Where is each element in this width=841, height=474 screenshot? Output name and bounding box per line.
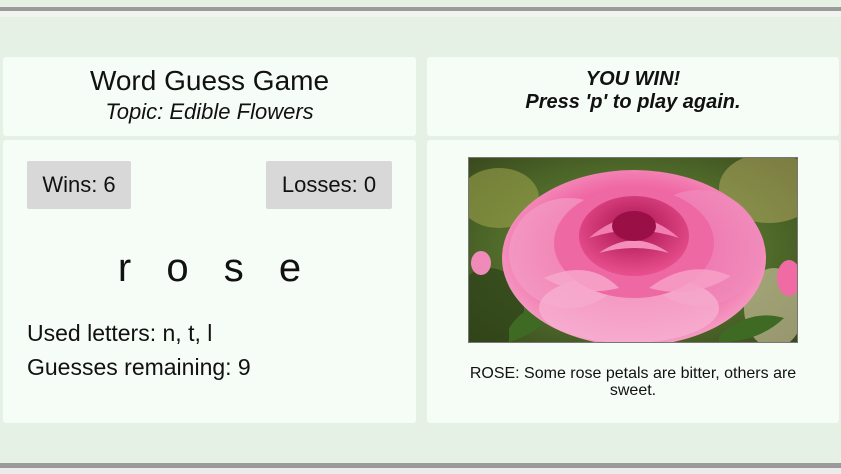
- wins-counter: Wins: 6: [27, 161, 131, 209]
- guesses-remaining: Guesses remaining: 9: [27, 354, 251, 380]
- used-letters: Used letters: n, t, l: [27, 320, 213, 346]
- reveal-panel: ROSE: Some rose petals are bitter, other…: [427, 140, 839, 423]
- flower-caption: ROSE: Some rose petals are bitter, other…: [469, 365, 797, 399]
- status-panel: YOU WIN! Press 'p' to play again.: [427, 57, 839, 136]
- word-display: r o s e: [117, 246, 314, 290]
- win-message: YOU WIN!: [585, 68, 681, 90]
- flower-image: [468, 157, 798, 343]
- game-topic: Topic: Edible Flowers: [105, 99, 314, 124]
- game-panel: Wins: 6 Losses: 0 r o s e Used letters: …: [3, 140, 416, 423]
- game-title: Word Guess Game: [89, 65, 330, 96]
- top-band: [0, 11, 841, 17]
- rose-image: [469, 158, 797, 342]
- replay-instruction: Press 'p' to play again.: [525, 91, 741, 113]
- bottom-band: [0, 468, 841, 474]
- losses-counter: Losses: 0: [266, 161, 392, 209]
- title-panel: Word Guess Game Topic: Edible Flowers: [3, 57, 416, 136]
